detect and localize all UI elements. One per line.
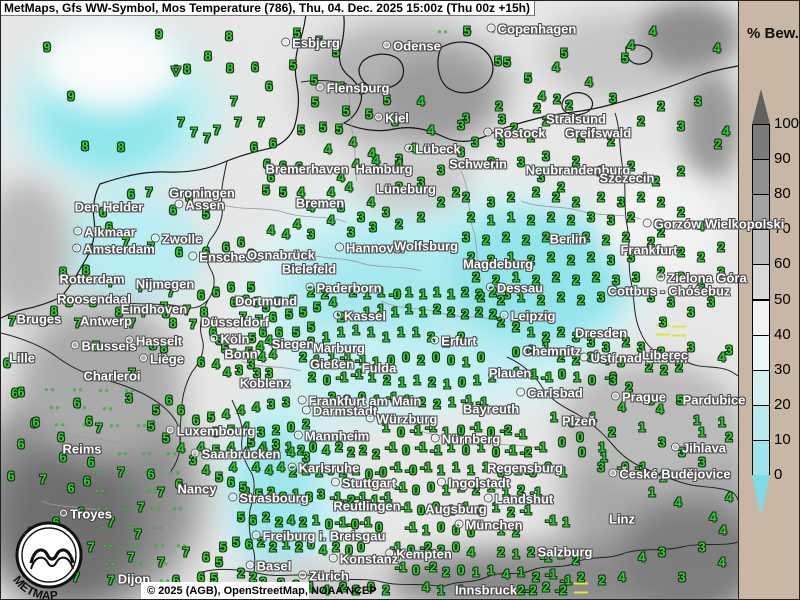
border-path [421,431,541,449]
colorbar-tick-label: 70 [774,221,791,237]
cloud-shading-layer [1,1,738,600]
border-path [222,205,346,222]
border-path [171,372,192,471]
copyright-bar[interactable]: © 2025 (AGB), OpenStreetMap, NOAA NCEP [141,582,309,600]
map-title-bar: MetMaps, Gfs WW-Symbol, Mos Temperature … [1,1,535,16]
colorbar-segment [752,264,770,300]
legend-panel: % Bew. 1009080706050403020100 [738,1,800,600]
copyright-text[interactable]: © 2025 (AGB), OpenStreetMap, NOAA NCEP [147,585,377,597]
border-path [61,431,121,443]
border-path [241,361,301,371]
border-path [192,161,227,372]
border-path [61,5,307,297]
border-path [442,542,738,587]
border-path [339,5,738,141]
borders-layer [1,1,738,600]
border-path [1,297,61,318]
colorbar-segment [752,229,770,265]
border-path [301,81,347,84]
colorbar-segment [752,440,770,476]
border-path [642,352,738,376]
colorbar-tick-label: 80 [774,186,791,202]
border-path [615,113,658,353]
map-title: MetMaps, Gfs WW-Symbol, Mos Temperature … [4,1,530,15]
border-path [521,201,641,219]
colorbar-tick-label: 10 [774,432,791,448]
colorbar-tick-label: 100 [774,116,799,132]
colorbar-tick-label: 0 [774,467,782,483]
border-path [1,333,180,442]
colorbar-segment [752,405,770,441]
colorbar-segment [752,194,770,230]
border-path [41,501,101,511]
colorbar-segment [752,159,770,195]
metmaps-logo[interactable]: METMAPS [3,519,93,600]
border-path [438,42,493,93]
colorbar-segment [752,370,770,406]
weather-map[interactable]: ••••••••••••••••••••••••••••••••••••••••… [0,0,800,600]
border-path [626,45,652,64]
colorbar-segment [752,300,770,336]
border-path [381,301,501,321]
border-path [461,171,481,281]
colorbar-tick-label: 40 [774,327,791,343]
colorbar-tick-label: 90 [774,151,791,167]
colorbar-tick-label: 50 [774,292,791,308]
border-path [359,54,404,88]
colorbar-bottom-arrow [752,475,770,516]
legend-title: % Bew. [747,25,799,42]
colorbar-tick-label: 60 [774,256,791,272]
colorbar-segment [752,124,770,160]
border-path [301,251,421,271]
border-path [347,84,357,181]
colorbar-tick-label: 30 [774,362,791,378]
colorbar-top-arrow [752,89,770,124]
border-path [232,400,255,587]
colorbar-segment [752,335,770,371]
colorbar-tick-label: 20 [774,397,791,413]
border-path [507,357,738,500]
border-path [61,297,208,308]
